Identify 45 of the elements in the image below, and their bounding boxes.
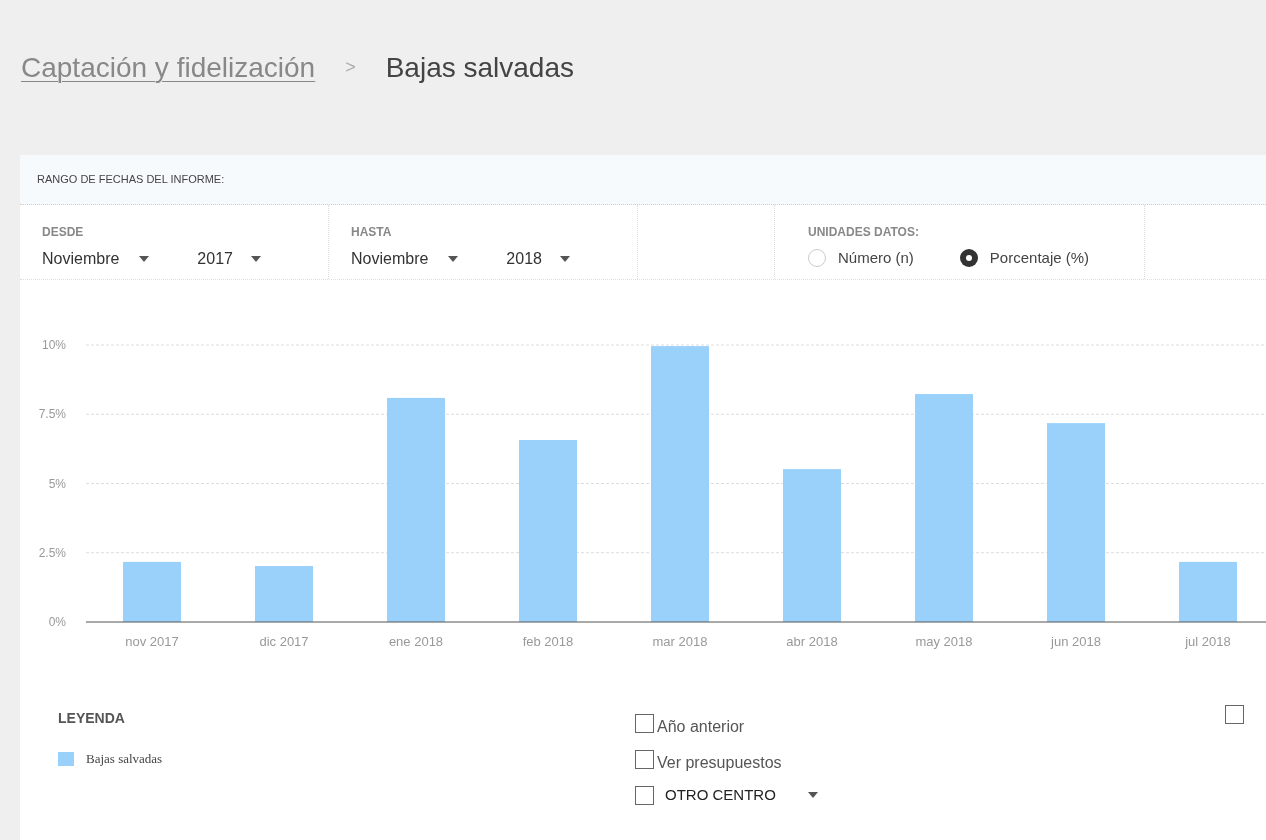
page-title: Bajas salvadas [385,50,575,85]
x-tick-label: jun 2018 [1051,634,1101,649]
radio-option[interactable]: Porcentaje (%) [959,247,1090,270]
x-tick-label: abr 2018 [786,634,838,649]
caret-icon [559,256,570,262]
year-dropdown[interactable]: 2018 [506,247,570,271]
checkbox[interactable] [1225,705,1244,724]
field-label: HASTA [351,224,393,241]
y-tick-label: 2.5% [38,545,66,560]
x-tick-label: nov 2017 [125,634,179,649]
month-dropdown[interactable]: Noviembre [42,247,150,271]
center-dropdown[interactable]: OTRO CENTRO [665,783,818,807]
y-tick-label: 10% [41,338,66,352]
legend-label: Bajas salvadas [86,750,163,768]
legend-title: LEYENDA [58,709,126,728]
bar [255,566,313,622]
bar [1179,561,1237,622]
radio-icon [959,249,978,268]
y-tick-label: 5% [48,476,66,491]
y-tick-label: 0% [48,615,66,629]
radio-option[interactable]: Número (n) [808,247,914,270]
checkbox[interactable] [635,713,654,733]
caret-icon [139,256,150,262]
x-tick-label: may 2018 [915,634,973,649]
y-tick-label: 7.5% [38,407,66,422]
checkbox[interactable] [635,749,654,769]
caret-icon [250,256,261,262]
checkbox[interactable] [635,785,654,805]
breadcrumb-separator: > [345,56,356,79]
x-tick-label: jul 2018 [1185,634,1231,649]
field-label: DESDE [42,224,85,241]
x-tick-label: dic 2017 [259,634,309,649]
field-label: UNIDADES DATOS: [808,224,920,241]
year-dropdown[interactable]: 2017 [197,247,261,271]
checkbox-label: Ver presupuestos [657,753,782,773]
x-tick-label: feb 2018 [522,634,574,649]
caret-icon [448,256,459,262]
section-title: RANGO DE FECHAS DEL INFORME: [37,172,225,188]
checkbox-label: Año anterior [657,717,745,737]
bar [123,561,181,622]
x-tick-label: ene 2018 [388,634,444,649]
caret-icon [807,792,818,798]
radio-icon [808,249,826,268]
month-dropdown[interactable]: Noviembre [351,247,459,271]
x-tick-label: mar 2018 [652,634,708,649]
